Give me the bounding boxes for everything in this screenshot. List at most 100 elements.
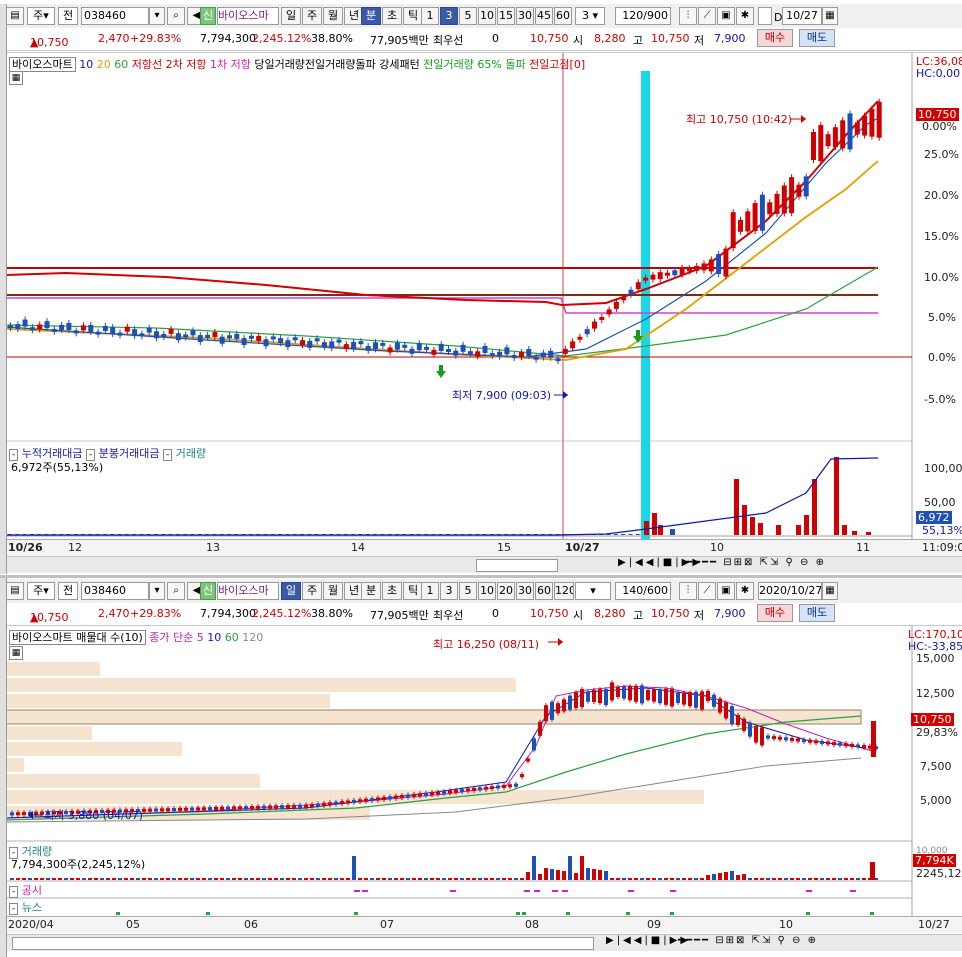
count-input[interactable]: 120/900 (615, 7, 671, 25)
news-mark (206, 912, 210, 915)
period-second-2[interactable]: 초 (382, 582, 402, 600)
volume-bar (304, 878, 308, 880)
date-input-2[interactable]: 2020/10/27 (758, 582, 822, 600)
search-icon-2[interactable]: ⌕ (167, 582, 185, 600)
period-week-2[interactable]: 주 (302, 582, 322, 600)
legend-stock-name-2[interactable]: 바이오스마트 매물대 수(10) (9, 630, 146, 645)
scroll-thumb[interactable] (476, 559, 558, 572)
interval-5[interactable]: 5 (459, 7, 477, 25)
candle-body (310, 804, 314, 808)
chevron-down-icon-2[interactable]: ▾ (149, 582, 165, 600)
candle-body (352, 799, 356, 803)
bottom-scrollbar[interactable]: ▶|◀◀|■|▶▶ ━━━━ ⊟⊞⊠ ⇱⇲ ⚲ ⊖ ⊕ (6, 934, 962, 951)
panel-separator[interactable] (0, 575, 962, 578)
type-select-2[interactable]: 주▾ (27, 582, 55, 600)
sell-button[interactable]: 매도 (799, 29, 835, 47)
date-input[interactable]: 10/27 (782, 7, 822, 25)
save-icon[interactable]: ▣ (717, 7, 735, 25)
period-month[interactable]: 월 (323, 7, 343, 25)
candle-icon[interactable]: ⫶ (679, 7, 697, 25)
gear-icon[interactable]: ✱ (736, 7, 754, 25)
period-month-2[interactable]: 월 (323, 582, 343, 600)
period-day[interactable]: 일 (281, 7, 301, 25)
interval-10[interactable]: 10 (478, 7, 496, 25)
volume-bar (40, 878, 44, 880)
candle-icon-2[interactable]: ⫶ (679, 582, 697, 600)
top-chart-svg[interactable] (6, 53, 962, 541)
custom-interval-select[interactable]: 3 ▾ (575, 7, 605, 25)
zoom-controls[interactable]: ━━━━ ⊟⊞⊠ ⇱⇲ ⚲ ⊖ ⊕ (686, 557, 826, 568)
candle-body (418, 793, 422, 797)
candle-body (544, 705, 548, 722)
custom-interval-select-2[interactable]: ▾ (575, 582, 611, 600)
period-minute-2[interactable]: 분 (361, 582, 381, 600)
range-select-2[interactable]: 전 (58, 582, 78, 600)
stock-code-input[interactable]: 038460 (81, 7, 149, 25)
period-minute[interactable]: 분 (361, 7, 381, 25)
save-icon-2[interactable]: ▣ (717, 582, 735, 600)
search-icon[interactable]: ⌕ (167, 7, 185, 25)
volume-bar (712, 874, 716, 880)
candle-body (796, 184, 802, 197)
interval2-20[interactable]: 20 (497, 582, 515, 600)
period-tick[interactable]: 틱 (403, 7, 423, 25)
period-tick-2[interactable]: 틱 (403, 582, 423, 600)
interval2-30[interactable]: 30 (516, 582, 534, 600)
line-icon-2[interactable]: ⟋ (698, 582, 716, 600)
interval-1[interactable]: 1 (421, 7, 439, 25)
interval2-120[interactable]: 120 (554, 582, 574, 600)
legend-stock-name[interactable]: 바이오스마트 (9, 57, 76, 72)
interval2-1[interactable]: 1 (421, 582, 439, 600)
interval2-10[interactable]: 10 (478, 582, 496, 600)
sell-button-2[interactable]: 매도 (799, 604, 835, 622)
candle-body (646, 690, 650, 700)
buy-button-2[interactable]: 매수 (757, 604, 793, 622)
interval2-5[interactable]: 5 (459, 582, 477, 600)
period-day-2[interactable]: 일 (281, 582, 301, 600)
volume-bar (734, 479, 739, 535)
candle-body (365, 345, 371, 351)
calendar-icon-2[interactable]: ▦ (822, 582, 838, 600)
count-input-2[interactable]: 140/600 (615, 582, 671, 600)
interval-3[interactable]: 3 (440, 7, 458, 25)
candle-body (871, 721, 876, 757)
bottom-chart-svg[interactable] (6, 626, 962, 916)
volume-bar (814, 878, 818, 880)
candle-body (8, 325, 13, 329)
chart-icon[interactable]: ▤ (6, 7, 24, 25)
interval-45[interactable]: 45 (535, 7, 553, 25)
grid-icon-2[interactable]: ▦ (9, 646, 23, 660)
interval-15[interactable]: 15 (497, 7, 515, 25)
volume-bar (202, 878, 206, 880)
candle-body (34, 811, 38, 815)
candle-body (334, 801, 338, 805)
period-week[interactable]: 주 (302, 7, 322, 25)
period-second[interactable]: 초 (382, 7, 402, 25)
range-select[interactable]: 전 (58, 7, 78, 25)
date-checkbox[interactable] (758, 7, 772, 25)
scroll-thumb-2[interactable] (12, 937, 594, 950)
stock-code-input-2[interactable]: 038460 (81, 582, 149, 600)
top-scrollbar[interactable]: ▶|◀◀|■|▶▶ ━━━━ ⊟⊞⊠ ⇱⇲ ⚲ ⊖ ⊕ (6, 556, 962, 573)
candle-body (730, 706, 734, 725)
interval-60[interactable]: 60 (554, 7, 572, 25)
gear-icon-2[interactable]: ✱ (736, 582, 754, 600)
candle-body (336, 339, 342, 343)
chart-icon-2[interactable]: ▤ (6, 582, 24, 600)
interval-30[interactable]: 30 (516, 7, 534, 25)
candle-body (854, 122, 860, 135)
interval2-3[interactable]: 3 (440, 582, 458, 600)
buy-button[interactable]: 매수 (757, 29, 793, 47)
line-icon[interactable]: ⟋ (698, 7, 716, 25)
grid-icon[interactable]: ▦ (9, 71, 23, 85)
interval2-60[interactable]: 60 (535, 582, 553, 600)
candle-body (484, 786, 488, 790)
candle-body (508, 784, 512, 788)
candle-body (431, 349, 437, 355)
calendar-icon[interactable]: ▦ (822, 7, 838, 25)
chevron-down-icon[interactable]: ▾ (149, 7, 165, 25)
volume-bar (466, 878, 470, 880)
type-select[interactable]: 주▾ (27, 7, 55, 25)
zoom-controls-2[interactable]: ━━━━ ⊟⊞⊠ ⇱⇲ ⚲ ⊖ ⊕ (678, 935, 818, 946)
b-date-7: 10/27 (918, 918, 950, 931)
